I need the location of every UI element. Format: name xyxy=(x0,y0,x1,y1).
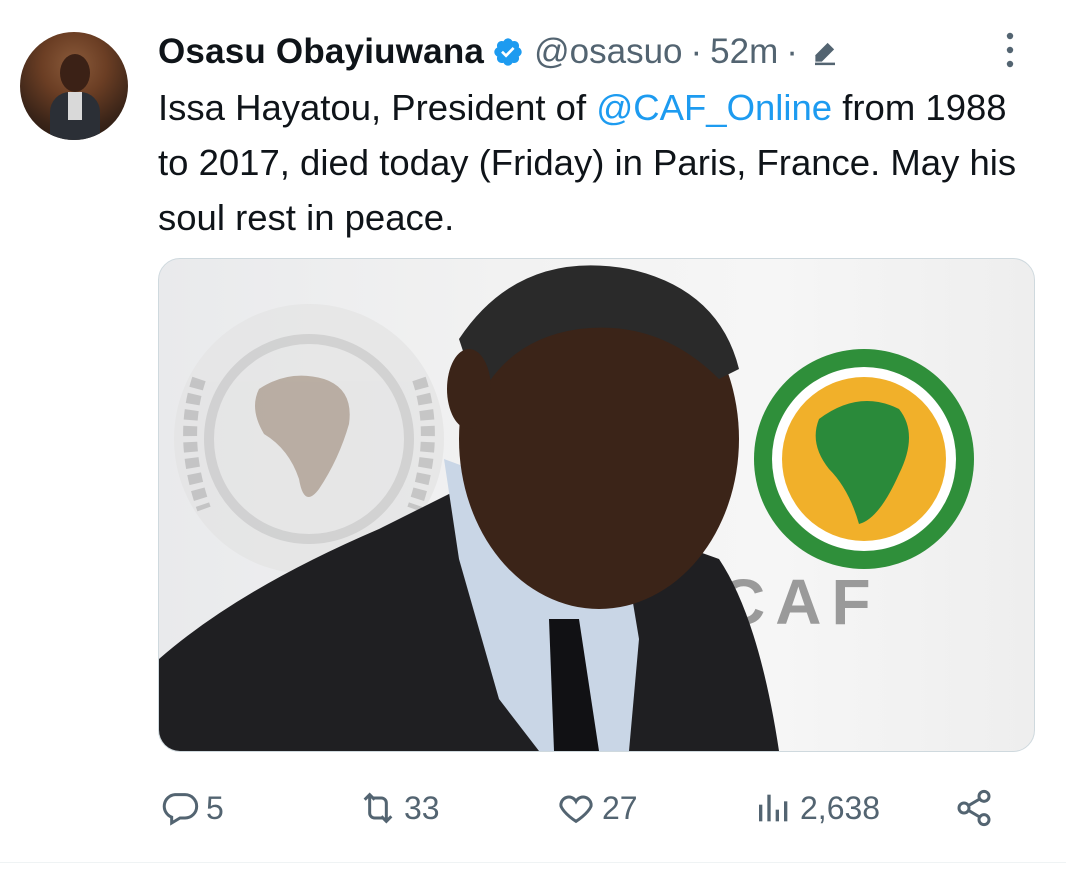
edit-icon[interactable] xyxy=(810,37,840,67)
avatar-collar xyxy=(68,92,82,120)
avatar-face xyxy=(60,54,90,92)
like-icon xyxy=(559,795,593,824)
separator-dot: · xyxy=(690,32,703,71)
views-count: 2,638 xyxy=(800,789,881,826)
like-count: 27 xyxy=(602,789,638,826)
views-icon xyxy=(759,794,788,822)
author-handle[interactable]: @osasuo xyxy=(534,32,682,72)
reply-button[interactable]: 5 xyxy=(160,778,224,838)
retweet-button[interactable]: 33 xyxy=(358,778,440,838)
photo-illustration: CAF xyxy=(159,265,974,751)
retweet-icon xyxy=(363,792,393,824)
share-button[interactable] xyxy=(954,778,1000,838)
verified-badge-icon[interactable] xyxy=(492,36,524,68)
separator-dot: · xyxy=(786,32,798,71)
reply-count: 5 xyxy=(206,789,224,826)
views-button[interactable]: 2,638 xyxy=(754,778,880,838)
tweet-photo[interactable]: CAF xyxy=(158,258,1035,752)
author-name[interactable]: Osasu Obayiuwana xyxy=(158,32,484,72)
like-button[interactable]: 27 xyxy=(556,778,638,838)
tweet-text-before: Issa Hayatou, President of xyxy=(158,87,597,128)
tweet[interactable]: Osasu Obayiuwana @osasuo · 52m · Issa Ha… xyxy=(0,0,1066,872)
caf-logo: CAF xyxy=(719,349,974,638)
tweet-actions: 5 33 27 2,638 xyxy=(158,778,1038,838)
reply-icon xyxy=(162,793,199,826)
divider xyxy=(0,862,1066,863)
mention-link[interactable]: @CAF_Online xyxy=(596,87,832,128)
retweet-count: 33 xyxy=(404,789,440,826)
more-icon[interactable] xyxy=(998,30,1022,70)
tweet-time[interactable]: 52m xyxy=(710,32,778,72)
tweet-header: Osasu Obayiuwana @osasuo · 52m · xyxy=(158,26,840,78)
share-icon xyxy=(957,789,991,827)
tweet-text: Issa Hayatou, President of @CAF_Online f… xyxy=(158,80,1038,245)
avatar[interactable] xyxy=(20,32,128,140)
